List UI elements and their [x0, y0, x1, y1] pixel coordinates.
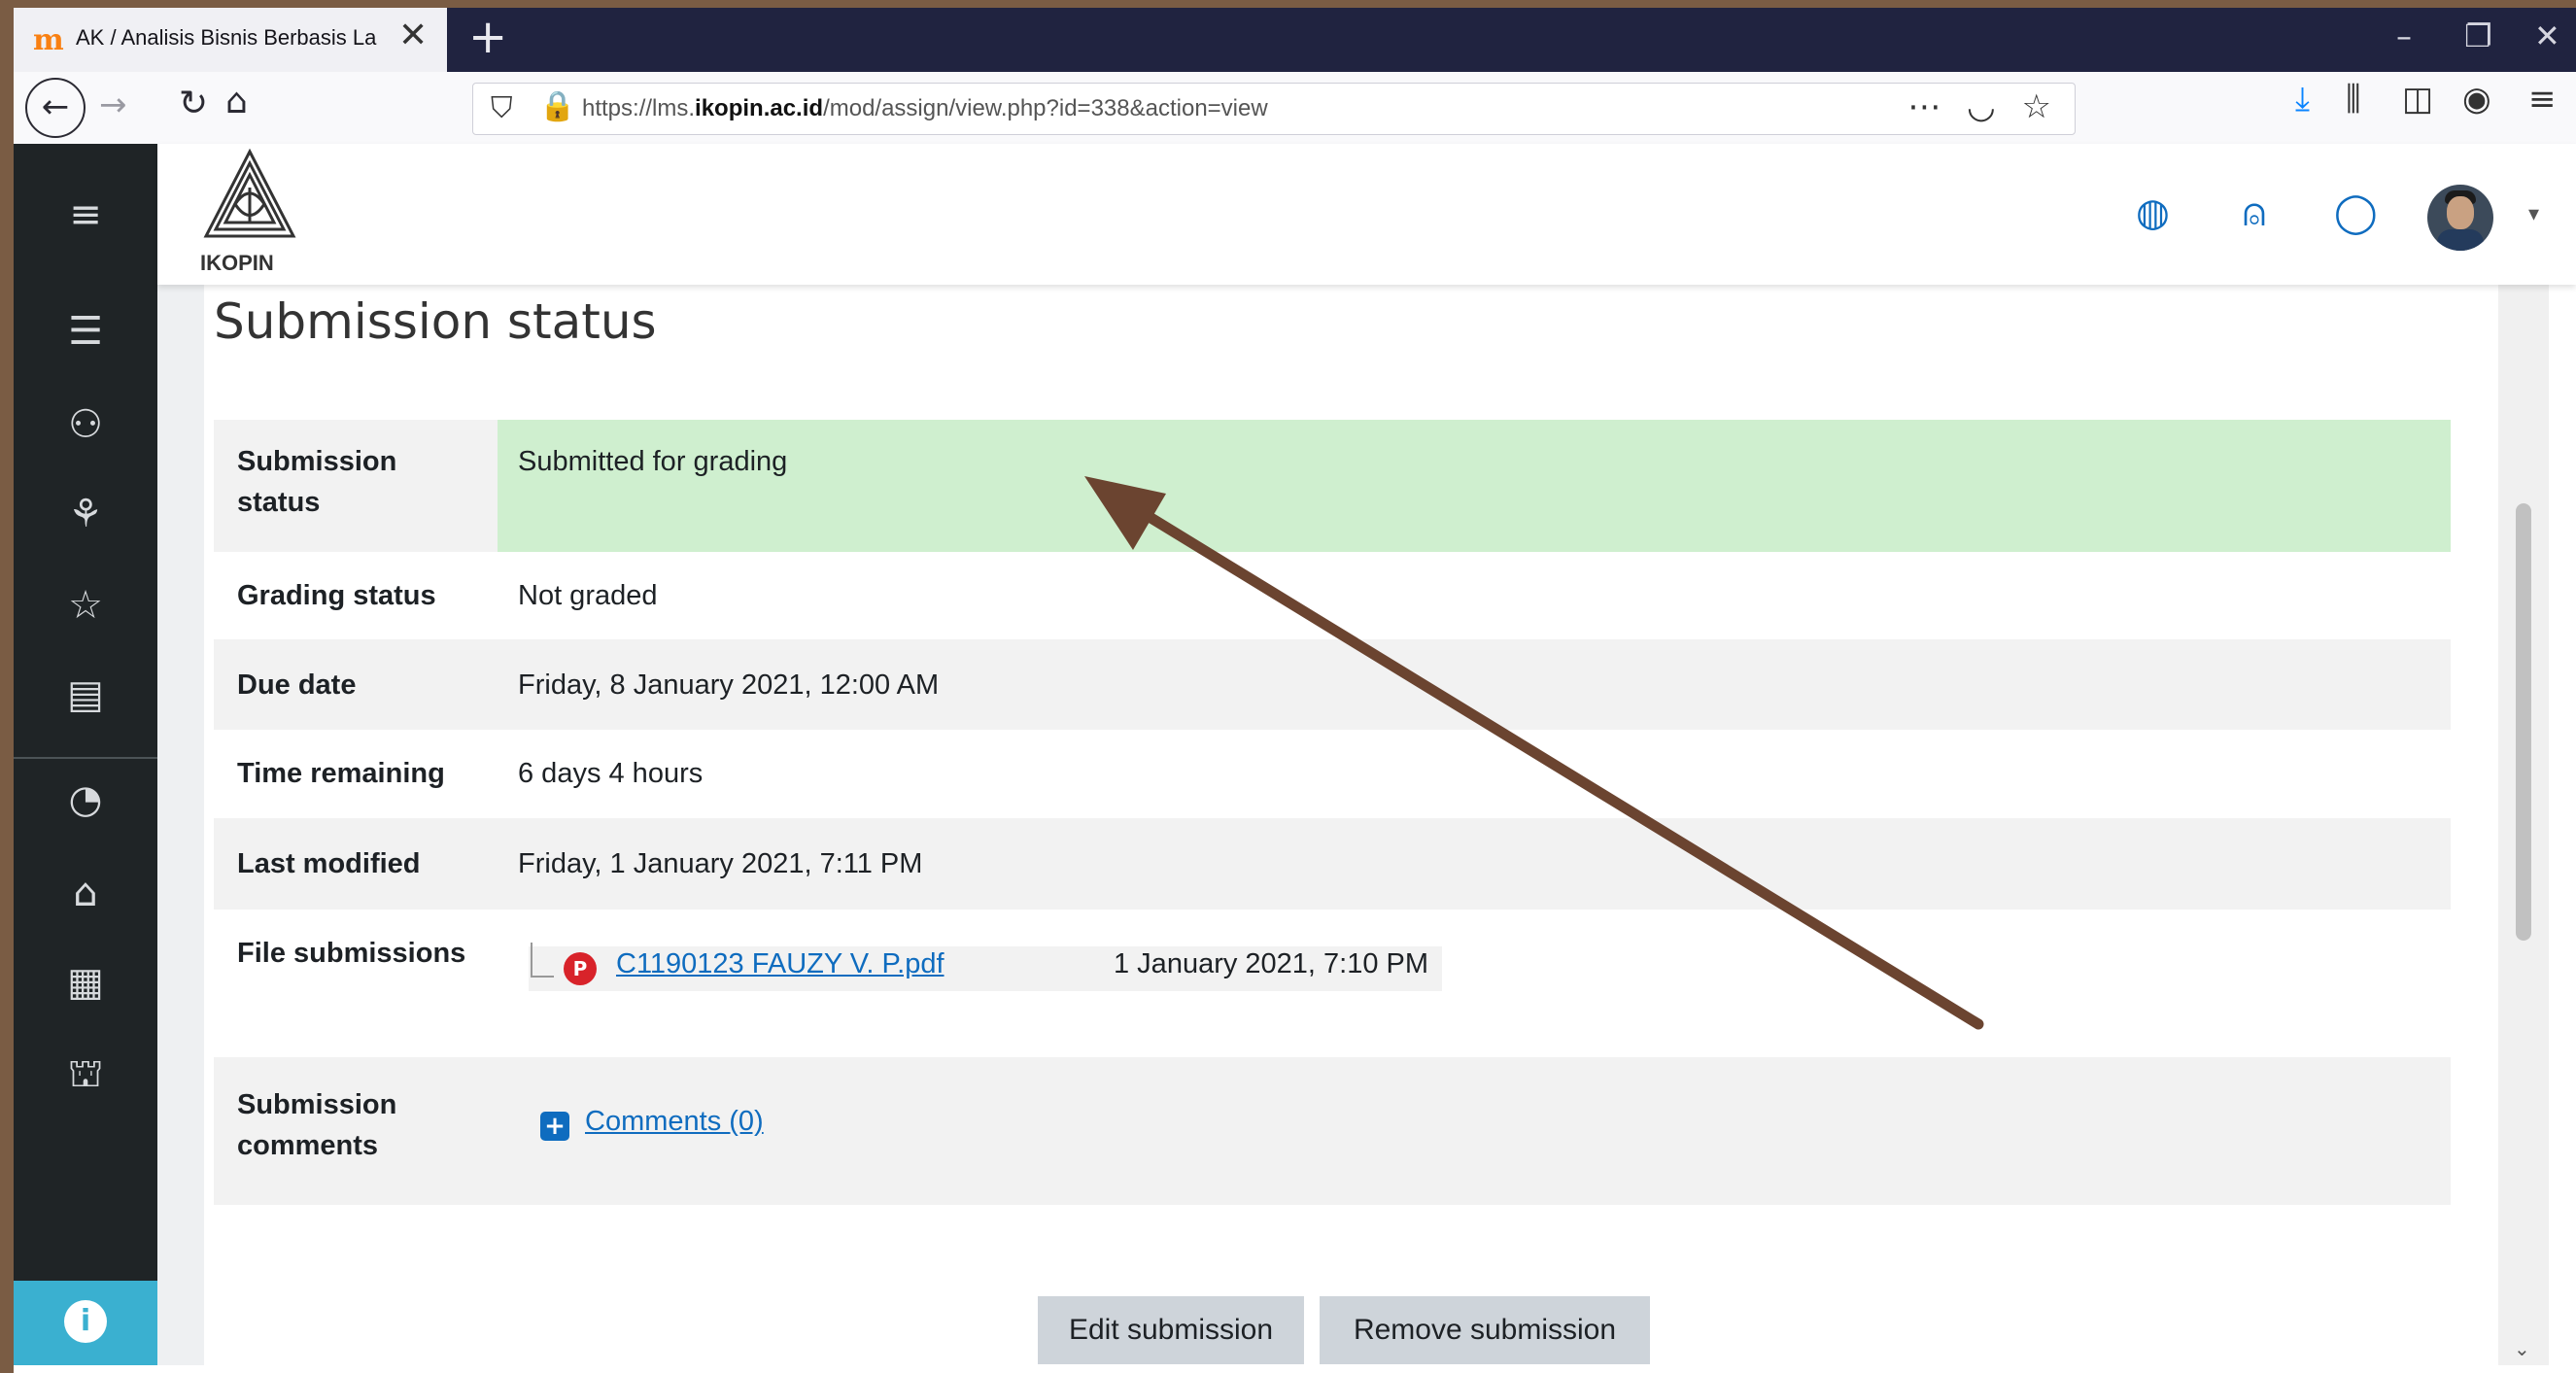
row-grading-status: Grading status Not graded — [214, 552, 2451, 639]
submission-status-value: Submitted for grading — [518, 446, 788, 477]
accessibility-icon: i — [64, 1300, 107, 1343]
time-remaining-value: 6 days 4 hours — [518, 758, 704, 789]
scroll-thumb[interactable] — [2516, 503, 2531, 941]
sidebar-divider — [14, 757, 157, 759]
hamburger-menu-icon[interactable]: ≡ — [14, 192, 157, 237]
site-home-icon[interactable]: ⌂ — [14, 871, 157, 915]
row-last-modified: Last modified Friday, 1 January 2021, 7:… — [214, 818, 2451, 910]
row-submission-status: Submission status Submitted for grading — [214, 420, 2451, 552]
new-tab-button[interactable]: + — [468, 10, 507, 64]
pdf-file-icon: P — [564, 952, 597, 985]
row-due-date: Due date Friday, 8 January 2021, 12:00 A… — [214, 639, 2451, 730]
submission-status-label: Submission status — [237, 446, 397, 518]
url-text[interactable]: https://lms.ikopin.ac.id/mod/assign/view… — [582, 95, 1268, 122]
logo-text: IKOPIN — [200, 251, 274, 275]
course-index-icon[interactable]: ☰ — [14, 309, 157, 354]
file-tree-connector — [531, 943, 554, 978]
remove-submission-button[interactable]: Remove submission — [1320, 1296, 1650, 1364]
dashboard-icon[interactable]: ◔ — [14, 777, 157, 822]
last-modified-value: Friday, 1 January 2021, 7:11 PM — [518, 848, 923, 879]
due-date-label: Due date — [237, 669, 357, 701]
row-submission-comments: Submission comments + Comments (0) — [214, 1057, 2451, 1205]
address-bar[interactable]: ⛉ 🔒 https://lms.ikopin.ac.id/mod/assign/… — [472, 83, 2076, 135]
user-avatar[interactable] — [2427, 185, 2493, 251]
submission-comments-label: Submission comments — [237, 1089, 397, 1161]
navigation-bar: ← → ↻ ⌂ ⛉ 🔒 https://lms.ikopin.ac.id/mod… — [14, 72, 2576, 151]
bookmark-star-icon[interactable]: ☆ — [2022, 87, 2059, 126]
grading-status-label: Grading status — [237, 580, 436, 611]
row-time-remaining: Time remaining 6 days 4 hours — [214, 730, 2451, 818]
notifications-bell-icon[interactable]: ⍝ — [2243, 190, 2266, 235]
downloads-icon[interactable]: ⤓ — [2295, 80, 2310, 119]
window-close-button[interactable]: ✕ — [2534, 17, 2560, 54]
expand-comments-icon[interactable]: + — [540, 1112, 569, 1141]
account-icon[interactable]: ◉ — [2462, 80, 2491, 119]
tab-close-icon[interactable]: ✕ — [398, 16, 428, 55]
row-file-submissions: File submissions P C1190123 FAUZY V. P.p… — [214, 910, 2451, 1057]
lock-icon[interactable]: 🔒 — [539, 89, 575, 123]
user-menu-caret-icon[interactable]: ▾ — [2528, 202, 2539, 226]
url-actions: ⋯ ◡ ☆ — [1907, 87, 2059, 126]
browser-tab[interactable]: m AK / Analisis Bisnis Berbasis Lap ✕ — [14, 8, 447, 72]
file-submissions-label: File submissions — [237, 938, 466, 969]
grading-status-value: Not graded — [518, 580, 658, 611]
grades-book-icon[interactable]: ▤ — [14, 672, 157, 717]
file-entry: P C1190123 FAUZY V. P.pdf 1 January 2021… — [529, 943, 1442, 991]
minimize-button[interactable]: – — [2396, 17, 2412, 54]
page-scrollbar[interactable]: ^ ⌄ — [2498, 144, 2549, 1365]
my-courses-icon[interactable]: ⛫ — [14, 1051, 157, 1101]
language-globe-icon[interactable]: ◍ — [2136, 190, 2170, 235]
reload-icon[interactable]: ↻ — [179, 84, 208, 123]
accessibility-button[interactable]: i — [14, 1281, 157, 1365]
tab-bar: m AK / Analisis Bisnis Berbasis Lap ✕ + … — [14, 8, 2576, 72]
edit-submission-button[interactable]: Edit submission — [1038, 1296, 1304, 1364]
last-modified-label: Last modified — [237, 848, 421, 879]
participants-icon[interactable]: ⚇ — [14, 402, 157, 447]
back-icon[interactable]: ← — [25, 78, 86, 138]
forward-icon[interactable]: → — [99, 86, 127, 124]
page-header: IKOPIN ◍ ⍝ ◯ ▾ — [157, 144, 2576, 285]
page-title: Submission status — [214, 293, 657, 350]
calendar-icon[interactable]: ▦ — [14, 960, 157, 1005]
scroll-down-icon[interactable]: ⌄ — [2514, 1337, 2530, 1360]
restore-button[interactable]: ❐ — [2464, 17, 2492, 54]
badges-icon[interactable]: ⚘ — [14, 492, 157, 536]
competencies-star-icon[interactable]: ☆ — [14, 583, 157, 628]
moodle-favicon-icon: m — [33, 23, 64, 57]
nav-drawer: ≡ ☰ ⚇ ⚘ ☆ ▤ ◔ ⌂ ▦ ⛫ i — [14, 144, 157, 1365]
home-icon[interactable]: ⌂ — [225, 82, 248, 121]
file-date: 1 January 2021, 7:10 PM — [1114, 948, 1429, 979]
browser-menu-icon[interactable]: ≡ — [2528, 80, 2557, 119]
due-date-value: Friday, 8 January 2021, 12:00 AM — [518, 669, 940, 701]
tab-title: AK / Analisis Bisnis Berbasis Lap — [76, 25, 377, 50]
sidebar-toggle-icon[interactable]: ◫ — [2402, 80, 2433, 119]
tracking-shield-icon[interactable]: ⛉ — [491, 91, 513, 125]
messages-chat-icon[interactable]: ◯ — [2334, 190, 2378, 235]
pocket-icon[interactable]: ◡ — [1967, 87, 2004, 126]
file-download-link[interactable]: C1190123 FAUZY V. P.pdf — [616, 948, 945, 980]
library-icon[interactable]: ⫼ — [2346, 80, 2361, 119]
time-remaining-label: Time remaining — [237, 758, 445, 789]
comments-link[interactable]: Comments (0) — [585, 1106, 764, 1138]
page-actions-icon[interactable]: ⋯ — [1907, 87, 1948, 126]
